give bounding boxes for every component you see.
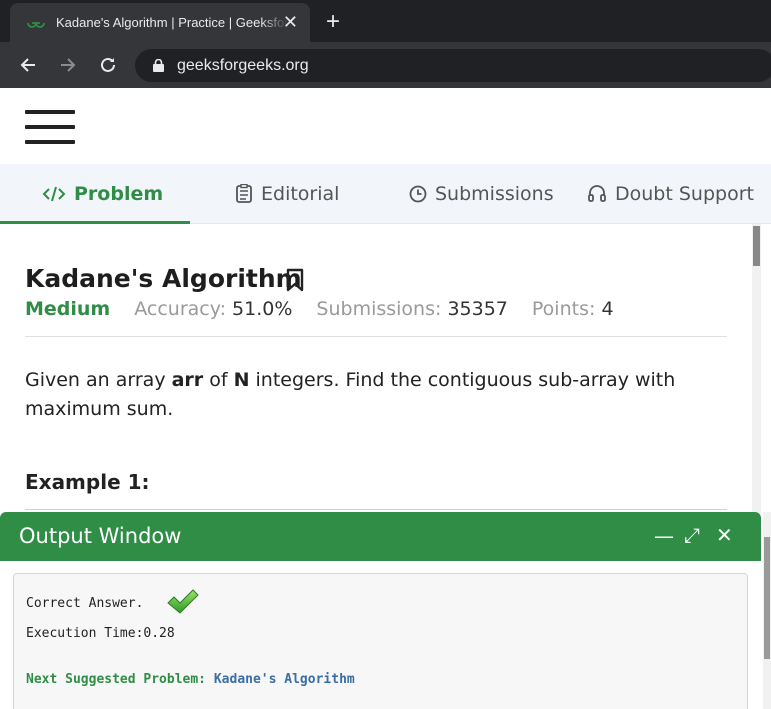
tab-problem-label: Problem: [74, 183, 164, 205]
bookmark-icon[interactable]: [286, 268, 304, 292]
result-text: Correct Answer.: [26, 596, 144, 611]
output-window-title: Output Window: [19, 524, 182, 548]
example-heading: Example 1:: [25, 470, 150, 494]
problem-meta: Medium Accuracy: 51.0% Submissions: 3535…: [25, 298, 614, 320]
submissions-stat: Submissions: 35357: [316, 298, 508, 320]
next-suggested: Next Suggested Problem: Kadane's Algorit…: [26, 672, 355, 687]
arrow-right-icon: [61, 58, 76, 72]
arrow-left-icon: [20, 58, 35, 72]
page-scroll-thumb[interactable]: [764, 537, 770, 659]
problem-title: Kadane's Algorithm: [25, 264, 302, 293]
reload-icon: [101, 57, 115, 72]
expand-icon[interactable]: ⤢: [684, 523, 700, 547]
back-button[interactable]: [14, 51, 42, 79]
output-window: Output Window — ⤢ ✕ Correct Answer. Exec…: [0, 512, 761, 709]
tab-doubt-support[interactable]: Doubt Support: [587, 164, 754, 224]
browser-toolbar: geeksforgeeks.org: [0, 42, 771, 88]
tab-title: Kadane's Algorithm | Practice | Geeksfor…: [56, 15, 288, 30]
close-icon[interactable]: ✕: [716, 523, 733, 547]
browser-tabbar: Kadane's Algorithm | Practice | Geeksfor…: [0, 0, 771, 42]
tab-submissions[interactable]: Submissions: [409, 164, 554, 224]
tab-problem[interactable]: Problem: [42, 164, 163, 224]
lock-icon: [153, 59, 164, 72]
content-scrollbar[interactable]: [752, 224, 761, 514]
next-suggested-label: Next Suggested Problem:: [26, 672, 207, 687]
url-text: geeksforgeeks.org: [177, 56, 309, 74]
browser-tab[interactable]: Kadane's Algorithm | Practice | Geeksfor…: [10, 3, 310, 42]
forward-button[interactable]: [54, 51, 82, 79]
document-icon: [235, 184, 253, 204]
site-header: [0, 88, 771, 164]
output-body: Correct Answer. Execution Time:0.28 Next…: [13, 573, 748, 709]
checkmark-icon: [167, 589, 199, 614]
headset-icon: [587, 184, 607, 204]
points-stat: Points: 4: [531, 298, 614, 320]
next-problem-link[interactable]: Kadane's Algorithm: [214, 672, 355, 687]
reload-button[interactable]: [94, 51, 122, 79]
tab-close-icon[interactable]: ✕: [283, 12, 298, 33]
content-scroll-thumb[interactable]: [753, 226, 760, 266]
accuracy-stat: Accuracy: 51.0%: [134, 298, 293, 320]
execution-time: Execution Time:0.28: [26, 626, 175, 641]
tab-editorial[interactable]: Editorial: [235, 164, 339, 224]
gfg-logo-icon: [27, 21, 45, 28]
problem-tabs: Problem Editorial Submissions Doubt Supp…: [0, 164, 771, 224]
output-window-header: Output Window — ⤢ ✕: [0, 512, 761, 561]
clock-icon: [409, 185, 427, 203]
meta-divider: [25, 336, 727, 337]
minimize-icon[interactable]: —: [654, 524, 674, 548]
tab-doubt-support-label: Doubt Support: [615, 183, 754, 205]
tab-submissions-label: Submissions: [435, 183, 554, 205]
address-bar[interactable]: geeksforgeeks.org: [135, 49, 771, 82]
difficulty-badge: Medium: [25, 298, 111, 320]
hamburger-menu-icon[interactable]: [25, 110, 75, 144]
problem-description: Given an array arr of N integers. Find t…: [25, 369, 676, 420]
new-tab-icon[interactable]: +: [326, 8, 340, 36]
tab-editorial-label: Editorial: [261, 183, 340, 205]
code-icon: [42, 185, 66, 203]
